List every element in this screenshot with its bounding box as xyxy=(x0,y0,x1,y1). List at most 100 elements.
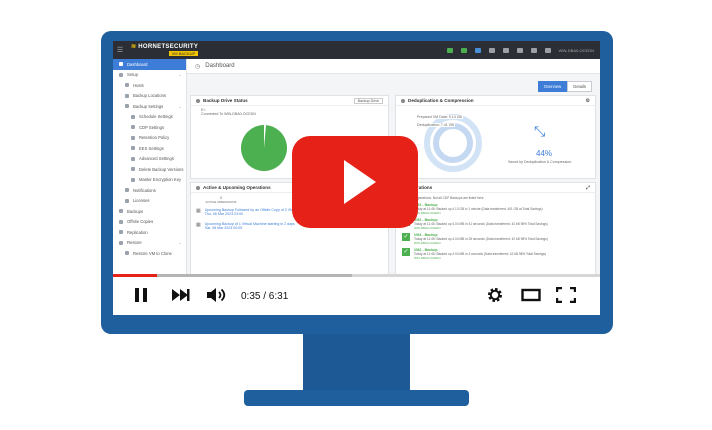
sidebar-item-ees-settings[interactable]: EES Settings xyxy=(113,143,186,154)
operation-row[interactable]: ✓ VM4 - Backup Today at 11:45: Backed up 4… xyxy=(402,233,589,245)
gear-icon[interactable] xyxy=(530,47,537,53)
panel-title: Deduplication & Compression xyxy=(408,98,474,103)
sidebar-item-notifications[interactable]: Notifications xyxy=(113,185,186,196)
sidebar-item-restore-vm-to-clone[interactable]: Restore VM to Clone xyxy=(113,248,186,259)
pause-icon[interactable] xyxy=(132,287,150,303)
sidebar-item-label: Setup xyxy=(127,72,138,78)
tab-details[interactable]: Details xyxy=(567,81,592,92)
sidebar-item-backup-locations[interactable]: Backup Locations xyxy=(113,91,186,102)
nav-icon xyxy=(131,114,135,119)
warning-icon[interactable] xyxy=(502,47,509,53)
sidebar-item-replication[interactable]: Replication xyxy=(113,227,186,238)
sidebar-item-label: Hosts xyxy=(133,82,144,88)
nav-icon xyxy=(131,177,135,182)
drive-icon xyxy=(196,98,200,103)
sidebar-item-retention-policy[interactable]: Retention Policy xyxy=(113,133,186,144)
sidebar-item-backups[interactable]: Backups xyxy=(113,206,186,217)
deduplication-panel: Deduplication & Compression ⚙ Prepared VM… xyxy=(395,95,596,179)
sidebar-item-label: Licenses xyxy=(133,198,150,204)
view-tabs: Overview Details xyxy=(537,81,592,92)
nav-icon xyxy=(119,240,123,245)
sidebar-item-offsite-copies[interactable]: Offsite Copies xyxy=(113,217,186,228)
stage: ☰ ≋ HORNETSECURITY VM BACKUP WIN-DBA0-OC… xyxy=(0,0,712,430)
nav-icon xyxy=(125,93,129,98)
page-header: ◷ Dashboard xyxy=(187,59,600,74)
sidebar-item-label: EES Settings xyxy=(139,145,164,151)
sidebar-item-delete-backup-versions[interactable]: Delete Backup Versions xyxy=(113,164,186,175)
calendar-icon: ▦ xyxy=(196,208,201,214)
check-icon: ✓ xyxy=(402,248,410,256)
sidebar-item-licenses[interactable]: Licenses xyxy=(113,196,186,207)
operation-host: WIN-DBA0-OCEDN xyxy=(414,256,441,260)
panel-title: Backup Drive Status xyxy=(203,98,248,103)
page-title: Dashboard xyxy=(205,63,235,69)
backup-drive-button[interactable]: Backup Drive xyxy=(353,97,383,104)
hamburger-menu-icon[interactable]: ☰ xyxy=(113,46,127,54)
operation-host: WIN-DBA0-OCEDN xyxy=(414,241,441,245)
nav-icon xyxy=(119,230,123,235)
theater-mode-icon[interactable] xyxy=(521,287,541,303)
info-icon[interactable] xyxy=(488,47,495,53)
monitor-stand-base xyxy=(244,390,469,406)
drive-usage-pie xyxy=(241,124,287,171)
operation-host: WIN-DBA0-OCEDN xyxy=(414,226,441,230)
sidebar-item-label: Notifications xyxy=(133,187,156,193)
sidebar-item-cdp-settings[interactable]: CDP Settings xyxy=(113,122,186,133)
calendar-icon: ▦ xyxy=(196,222,201,228)
nav-icon xyxy=(131,135,135,140)
topbar-icons: WIN-DBA0-OCEDN xyxy=(446,47,600,53)
chevron-down-icon: ⌄ xyxy=(178,103,182,109)
nav-icon xyxy=(125,83,129,88)
check-icon: ✓ xyxy=(402,233,410,241)
nav-icon xyxy=(125,104,129,109)
settings-gear-icon[interactable] xyxy=(486,287,504,303)
operation-host: WIN-DBA0-OCEDN xyxy=(414,211,441,215)
volume-icon[interactable] xyxy=(206,287,228,303)
operation-row[interactable]: ✓VM2 - BackupToday at 11:45: Backed up 4… xyxy=(402,203,589,215)
chevron-down-icon: ⌄ xyxy=(178,72,182,78)
sidebar-item-setup[interactable]: Setup ⌄ xyxy=(113,70,186,81)
sidebar-item-backup-settings[interactable]: Backup Settings ⌄ xyxy=(113,101,186,112)
user-icon[interactable] xyxy=(544,47,551,53)
nav-icon xyxy=(131,125,135,130)
operation-row[interactable]: ✓VM2 - BackupToday at 11:45: Backed up 4… xyxy=(402,218,589,230)
tab-overview[interactable]: Overview xyxy=(537,81,568,92)
sidebar-item-master-encryption-key[interactable]: Master Encryption Key xyxy=(113,175,186,186)
bell-icon[interactable] xyxy=(516,47,523,53)
compress-icon: ⤡ xyxy=(534,123,546,139)
sidebar-item-label: Replication xyxy=(127,229,148,235)
nav-icon xyxy=(125,188,129,193)
status-icon[interactable] xyxy=(460,47,467,53)
nav-icon xyxy=(131,146,135,151)
fullscreen-icon[interactable] xyxy=(556,287,576,303)
app-topbar: ☰ ≋ HORNETSECURITY VM BACKUP WIN-DBA0-OC… xyxy=(113,41,600,59)
prepared-data-label: Prepared VM Data: 9.14 GB xyxy=(416,115,463,119)
sidebar-item-label: Backup Settings xyxy=(133,103,164,109)
sidebar-item-schedule-settings[interactable]: Schedule Settings xyxy=(113,112,186,123)
played-bar xyxy=(113,274,157,277)
sidebar-item-advanced-settings[interactable]: Advanced Settings xyxy=(113,154,186,165)
sidebar-item-hosts[interactable]: Hosts xyxy=(113,80,186,91)
sidebar-item-label: Advanced Settings xyxy=(139,156,174,162)
nav-icon xyxy=(125,251,129,256)
progress-bar[interactable] xyxy=(113,274,600,277)
sidebar-item-label: Schedule Settings xyxy=(139,114,173,120)
sidebar-item-label: Retention Policy xyxy=(139,135,170,141)
sidebar-item-restore[interactable]: Restore ⌄ xyxy=(113,238,186,249)
clock-icon xyxy=(196,185,200,190)
sidebar-item-label: Delete Backup Versions xyxy=(139,166,184,172)
operations-list: ✓VM2 - BackupToday at 11:45: Backed up 4… xyxy=(396,203,595,260)
next-icon[interactable] xyxy=(171,287,191,303)
sidebar-item-label: Restore xyxy=(127,240,142,246)
operation-row[interactable]: ✓VM2 - BackupToday at 11:45: Backed up 4… xyxy=(402,248,589,260)
sidebar-item-dashboard[interactable]: Dashboard xyxy=(113,59,186,70)
chat-icon[interactable] xyxy=(446,47,453,53)
chevron-down-icon: ⌄ xyxy=(178,240,182,246)
link-icon[interactable]: ⤢ xyxy=(586,185,590,191)
username[interactable]: WIN-DBA0-OCEDN xyxy=(559,48,594,53)
youtube-play-button[interactable] xyxy=(292,136,418,228)
cart-icon[interactable] xyxy=(474,47,481,53)
settings-icon[interactable]: ⚙ xyxy=(586,98,590,104)
dedup-data-label: Deduplication: 7.41 GB xyxy=(416,123,455,127)
dedup-caption: Saved by Deduplication & Compression xyxy=(508,160,572,164)
